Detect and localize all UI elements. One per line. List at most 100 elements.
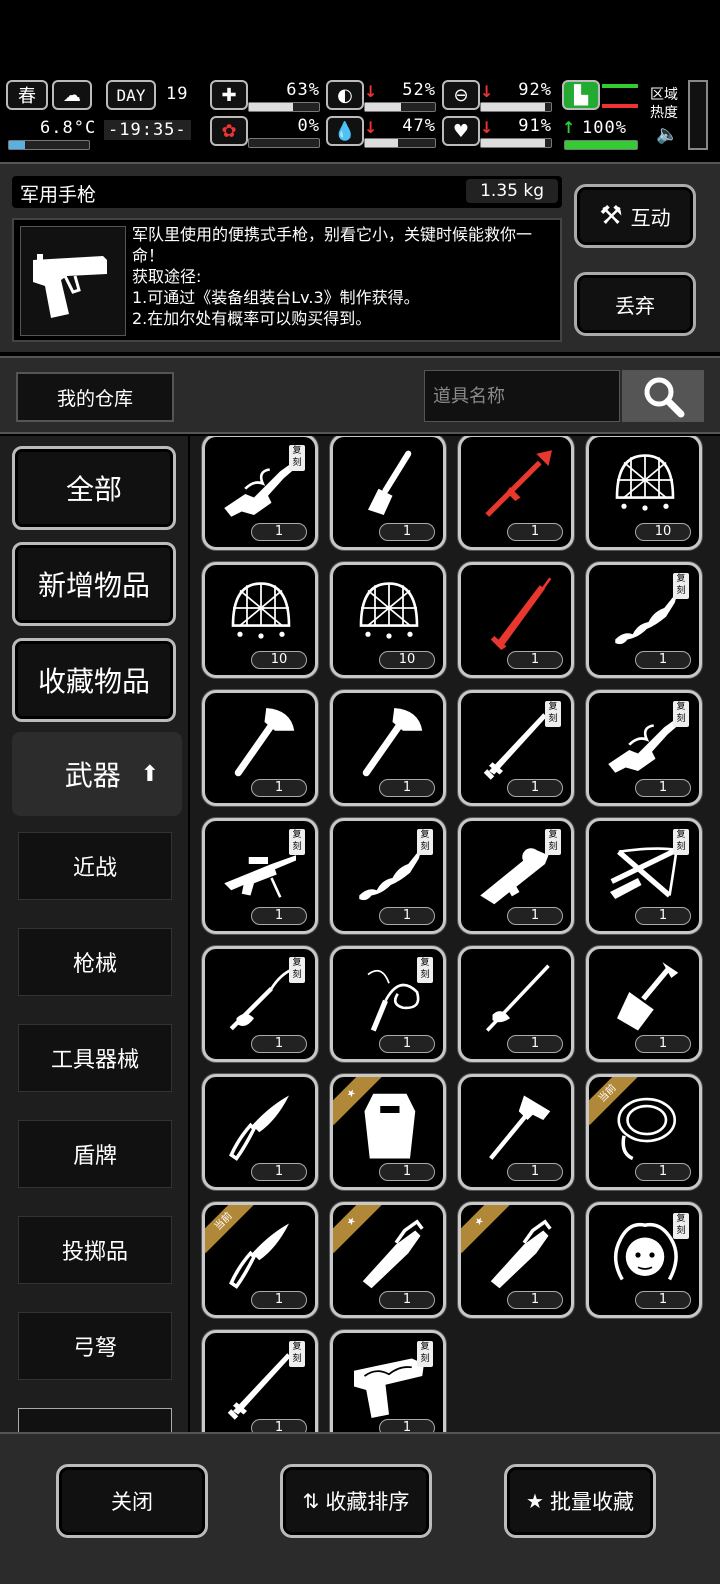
item-count: 1 [251,1035,307,1053]
batch-favorite-button[interactable]: ★ 批量收藏 [504,1464,656,1538]
close-label: 关闭 [111,1490,153,1514]
item-slot[interactable]: 复刻 1 [202,818,318,934]
item-slot[interactable]: 当前 1 [202,1202,318,1318]
item-slot[interactable]: 1 [458,436,574,550]
replica-tag: 复刻 [417,957,433,983]
speed-lines [602,84,638,108]
category-label: 全部 [65,473,122,506]
item-slot[interactable]: 复刻 1 [458,690,574,806]
thirst-trend-arrow: ↓ [364,118,378,137]
subcategory-melee[interactable]: 近战 [18,832,172,900]
item-count: 1 [507,907,563,925]
subcategory-tools[interactable]: 工具器械 [18,1024,172,1092]
category-sidebar: 全部 新增物品 收藏物品 武器 ⬆ 近战 枪械 工具器械 盾牌 投掷品 弓弩 [0,436,188,1432]
item-slot[interactable]: 复刻 1 [586,1202,702,1318]
item-count: 1 [379,1163,435,1181]
item-slot[interactable]: 1 [458,946,574,1062]
item-slot[interactable]: 当前 1 [586,1074,702,1190]
collapse-arrow-icon: ⬆ [140,761,160,787]
item-slot[interactable]: 复刻 1 [330,818,446,934]
item-slot[interactable]: 复刻 1 [586,690,702,806]
batch-label: 批量收藏 [549,1490,634,1514]
subcategory-bows[interactable]: 弓弩 [18,1312,172,1380]
red-spear-icon [485,450,552,517]
item-slot[interactable]: ★ 1 [458,1202,574,1318]
item-slot[interactable]: 1 [330,690,446,806]
subcategory-firearms[interactable]: 枪械 [18,928,172,996]
subcategory-shields[interactable]: 盾牌 [18,1120,172,1188]
category-favorites[interactable]: 收藏物品 [12,638,176,722]
mood-value: 91% [518,116,552,136]
item-description: 军队里使用的便携式手枪，别看它小，关键时候能救你一命！ 获取途径: 1.可通过《… [132,225,533,328]
season-label: 春 [18,86,36,107]
item-count: 10 [635,523,691,541]
item-count: 10 [379,651,435,669]
item-count: 1 [507,523,563,541]
item-slot[interactable]: 复刻 1 [586,818,702,934]
subcategory-throwables[interactable]: 投掷品 [18,1216,172,1284]
season-badge: 春 [6,80,48,110]
brain-icon: ✿ [210,116,248,146]
replica-tag: 复刻 [417,1341,433,1367]
mood-bar [480,138,552,148]
hunger-trend-arrow: ↓ [364,82,378,101]
item-slot[interactable]: 10 [202,562,318,678]
subcategory-partial[interactable] [18,1408,172,1432]
item-count: 1 [507,1163,563,1181]
item-count: 1 [379,1035,435,1053]
category-all[interactable]: 全部 [12,446,176,530]
close-button[interactable]: 关闭 [56,1464,208,1538]
item-slot[interactable]: 复刻 1 [458,818,574,934]
bottom-bar: 关闭 ⇅ 收藏排序 ★ 批量收藏 [0,1432,720,1584]
item-grid: 复刻 1 1 1 10 10 10 1 复刻 1 1 1 复刻 1 复刻 1 复刻 1 复刻 1 复刻 1 复刻 1 复刻 1 复刻… [190,436,720,1432]
heat-label: 热度 [650,105,678,121]
spatula-icon [368,450,412,515]
interact-button[interactable]: ⚒ 互动 [574,184,696,248]
category-new-items[interactable]: 新增物品 [12,542,176,626]
category-weapons[interactable]: 武器 ⬆ [12,732,182,816]
item-slot[interactable]: 复刻 1 [330,946,446,1062]
item-slot[interactable]: 复刻 1 [202,946,318,1062]
item-count: 1 [635,1035,691,1053]
item-slot[interactable]: 1 [202,690,318,806]
favorite-sort-button[interactable]: ⇅ 收藏排序 [280,1464,432,1538]
item-slot[interactable]: 1 [458,562,574,678]
subcategory-label: 近战 [72,856,117,881]
speaker-icon[interactable]: 🔈 [656,124,678,145]
discard-button[interactable]: 丢弃 [574,272,696,336]
item-count: 1 [635,779,691,797]
item-slot[interactable]: 复刻 1 [330,1330,446,1432]
item-count: 1 [379,1291,435,1309]
hammer-hand-icon: ⚒ [599,201,623,231]
item-slot[interactable]: 复刻 1 [202,1330,318,1432]
axe-icon [234,708,295,777]
item-slot[interactable]: 1 [586,946,702,1062]
item-count: 10 [251,651,307,669]
search-button[interactable] [622,370,704,422]
item-count: 1 [251,1291,307,1309]
item-slot[interactable]: 10 [330,562,446,678]
item-count: 1 [379,907,435,925]
discard-label: 丢弃 [615,293,655,318]
item-slot[interactable]: 1 [458,1074,574,1190]
item-slot[interactable]: ★ 1 [330,1202,446,1318]
item-slot[interactable]: 1 [330,436,446,550]
item-slot[interactable]: 10 [586,436,702,550]
item-count: 1 [635,907,691,925]
category-label: 收藏物品 [37,665,150,698]
item-slot[interactable]: 复刻 1 [202,436,318,550]
item-count: 1 [635,1291,691,1309]
stamina-bar [480,102,552,112]
item-slot[interactable]: ★ 1 [330,1074,446,1190]
day-label: DAY [116,85,146,105]
item-slot[interactable]: 复刻 1 [586,562,702,678]
item-name: 军用手枪 [20,184,97,206]
knife-icon [229,1095,289,1161]
item-title-bar: 军用手枪 1.35 kg [12,176,562,208]
search-input[interactable] [424,370,620,422]
replica-tag: 复刻 [545,701,561,727]
item-slot[interactable]: 1 [202,1074,318,1190]
item-count: 1 [251,1419,307,1432]
replica-tag: 复刻 [673,1213,689,1239]
red-sword-icon [490,577,552,650]
